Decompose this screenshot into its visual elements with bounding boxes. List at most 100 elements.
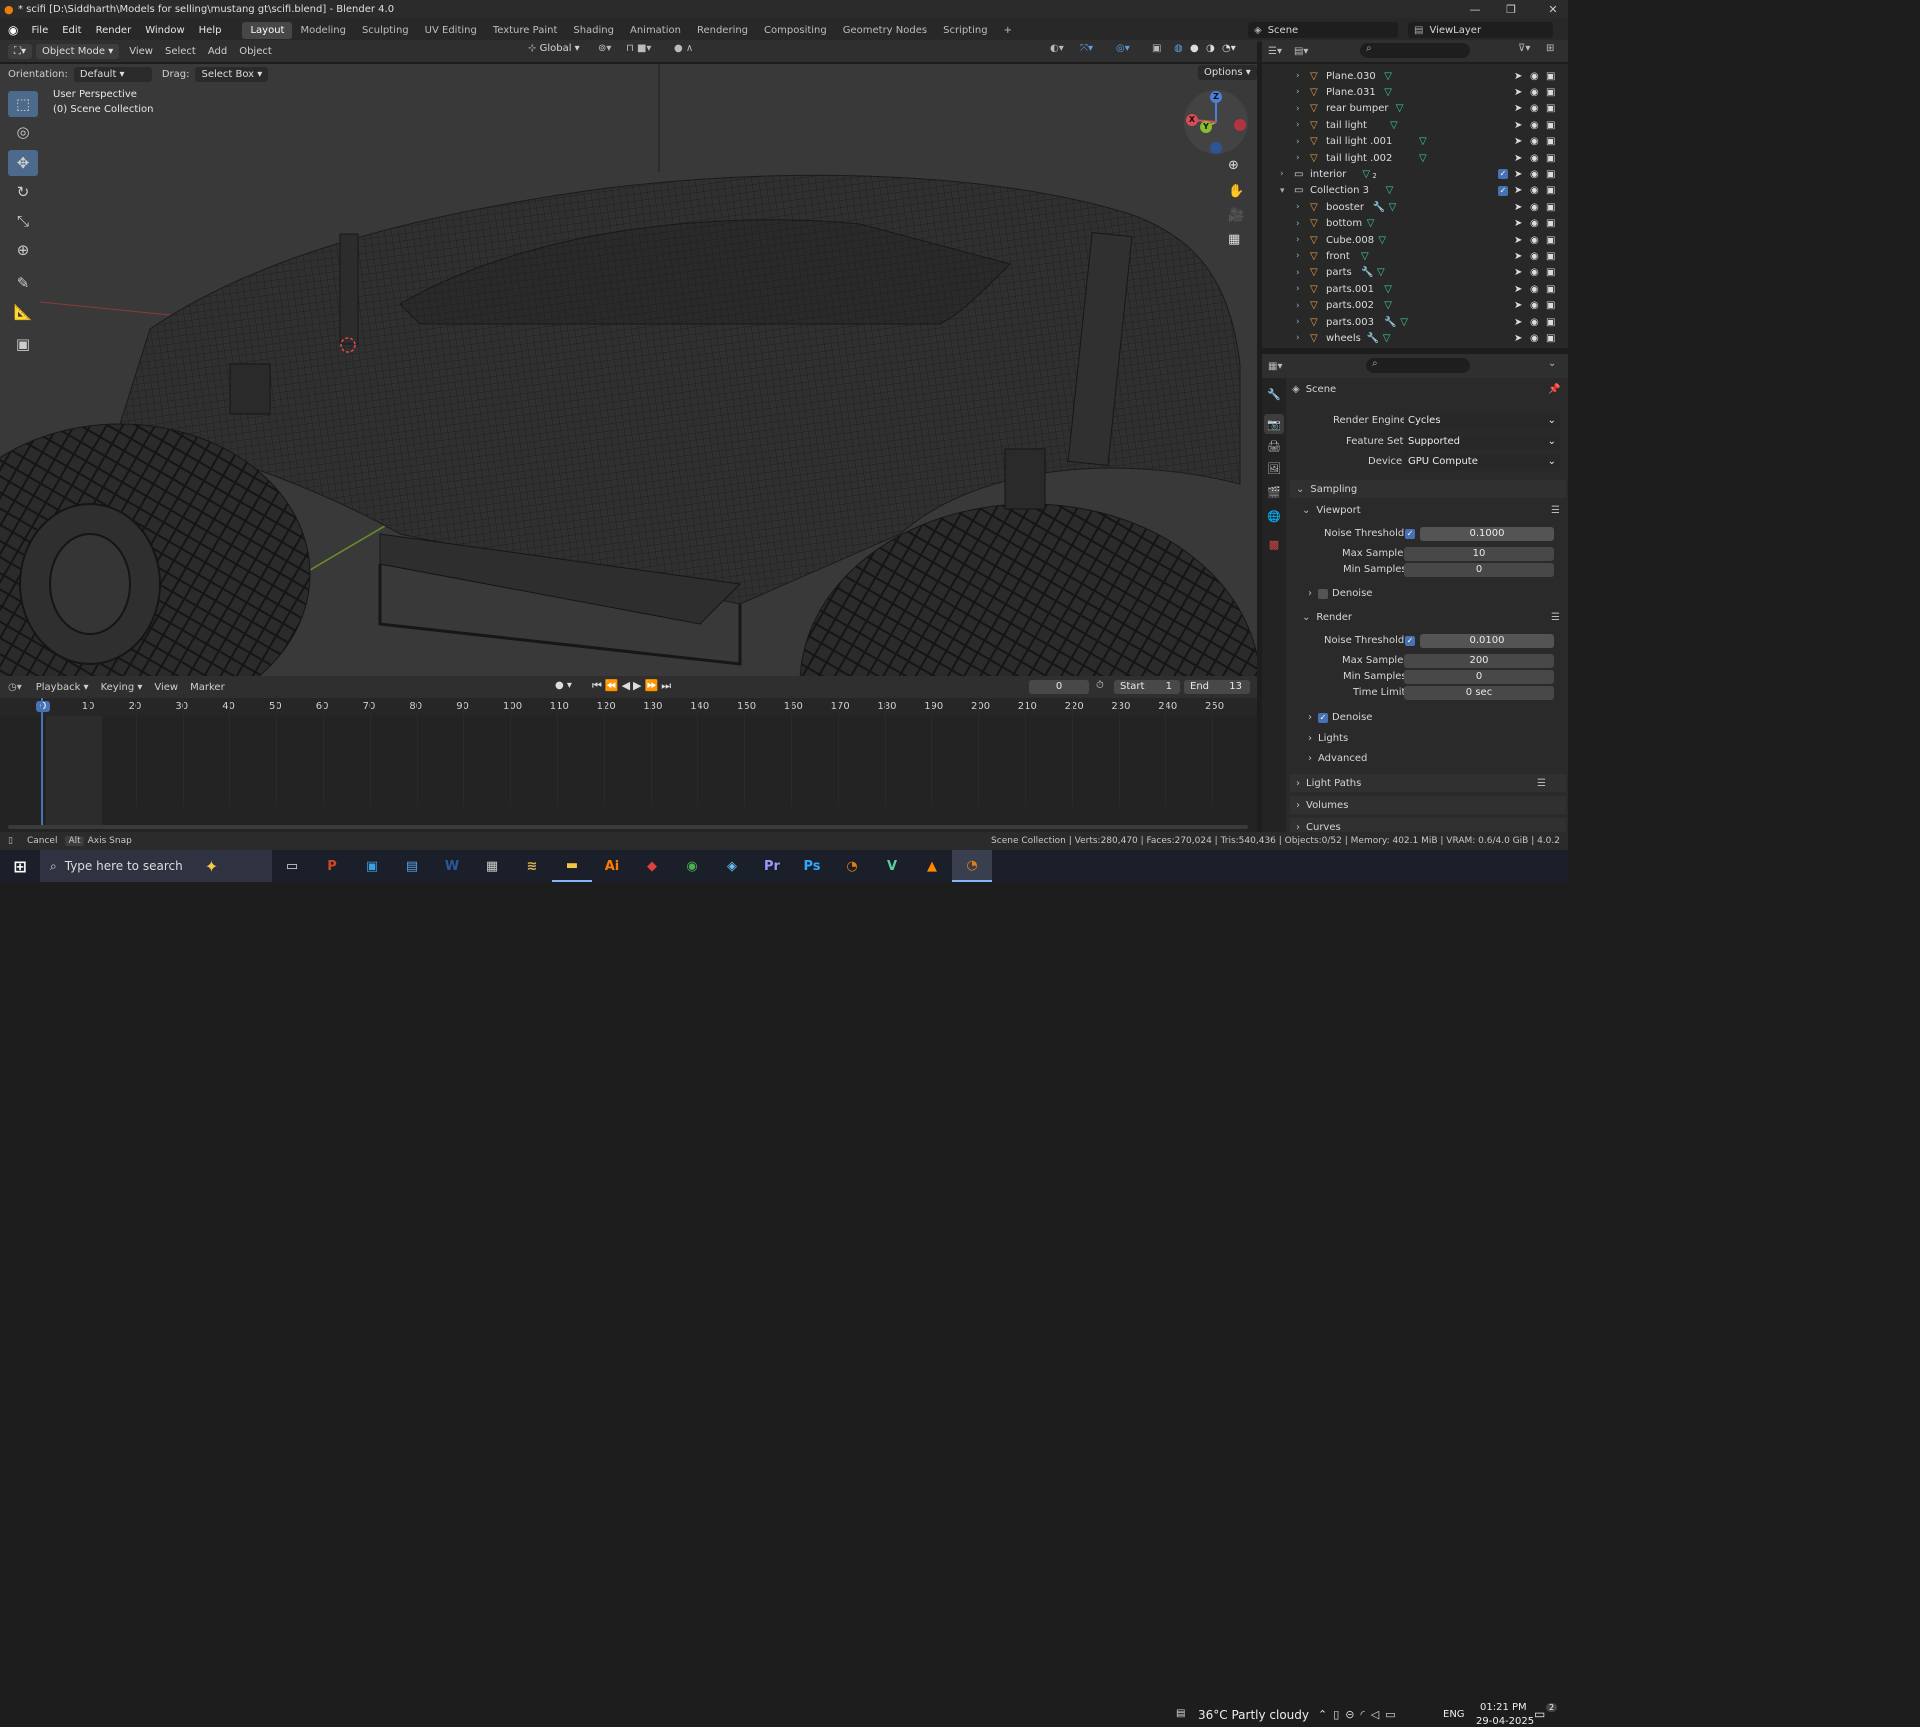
- visibility-eye-icon[interactable]: ◉: [1530, 235, 1539, 246]
- transform-tool-icon[interactable]: ⊕: [8, 237, 38, 263]
- outliner-object-row[interactable]: › ▽ front ▽ ➤ ◉ ▣: [1262, 248, 1568, 264]
- move-tool-icon[interactable]: ✥: [8, 150, 38, 176]
- chevron-down-icon[interactable]: ▾: [1280, 186, 1285, 196]
- task-view-icon[interactable]: ▭: [272, 850, 312, 882]
- visibility-eye-icon[interactable]: ◉: [1530, 251, 1539, 262]
- outliner-collection-row[interactable]: ▾ ▭ Collection 3 ▽ ✓ ➤ ◉ ▣: [1262, 183, 1568, 199]
- render-camera-icon[interactable]: ▣: [1546, 202, 1555, 213]
- menu-render[interactable]: Render: [89, 25, 139, 36]
- tab-compositing[interactable]: Compositing: [756, 22, 835, 39]
- selectable-cursor-icon[interactable]: ➤: [1514, 103, 1522, 114]
- visibility-eye-icon[interactable]: ◉: [1530, 300, 1539, 311]
- chevron-right-icon[interactable]: ›: [1296, 284, 1300, 294]
- options-button[interactable]: Options ▾: [1198, 65, 1257, 80]
- language-indicator[interactable]: ENG: [1443, 1709, 1465, 1720]
- properties-options-icon[interactable]: ⌄: [1548, 358, 1556, 369]
- r-min-samples-field[interactable]: 0: [1404, 670, 1554, 684]
- outliner-search-input[interactable]: ⌕: [1360, 43, 1470, 58]
- selectable-cursor-icon[interactable]: ➤: [1514, 169, 1522, 180]
- selectable-cursor-icon[interactable]: ➤: [1514, 202, 1522, 213]
- feature-set-dropdown[interactable]: Supported ⌄: [1404, 434, 1560, 450]
- mesh-data-icon[interactable]: ▽: [1378, 235, 1386, 246]
- start-frame-field[interactable]: Start 1: [1114, 680, 1180, 694]
- gizmo-toggle-icon[interactable]: ⤧▾: [1080, 43, 1093, 54]
- view-layer-selector[interactable]: ▤ ViewLayer: [1408, 22, 1553, 38]
- scene-selector[interactable]: ◈ Scene: [1248, 22, 1398, 38]
- chevron-right-icon[interactable]: ›: [1296, 317, 1300, 327]
- render-camera-icon[interactable]: ▣: [1546, 235, 1555, 246]
- outliner-object-row[interactable]: › ▽ parts.001 ▽ ➤ ◉ ▣: [1262, 281, 1568, 297]
- mesh-data-icon[interactable]: ▽: [1396, 103, 1404, 114]
- measure-tool-icon[interactable]: 📐: [8, 299, 38, 325]
- mesh-data-icon[interactable]: ▽: [1384, 71, 1392, 82]
- outliner-object-row[interactable]: › ▽ rear bumper ▽ ➤ ◉ ▣: [1262, 101, 1568, 117]
- app-icon[interactable]: ◆: [632, 850, 672, 882]
- visibility-eye-icon[interactable]: ◉: [1530, 317, 1539, 328]
- mesh-data-icon[interactable]: ▽: [1367, 218, 1375, 229]
- light-paths-panel-header[interactable]: › Light Paths ☰: [1290, 774, 1566, 792]
- notification-icon[interactable]: ▭: [1534, 1707, 1545, 1721]
- transform-orientation[interactable]: ⊹ Global ▾: [528, 43, 580, 54]
- taskbar-search-box[interactable]: ⌕ Type here to search ✦: [40, 850, 272, 882]
- snap-icon[interactable]: ⊓ ■▾: [626, 43, 651, 54]
- visibility-icon[interactable]: ◐▾: [1050, 43, 1064, 54]
- vp-noise-threshold-checkbox[interactable]: ✓: [1405, 529, 1415, 539]
- outliner-object-row[interactable]: › ▽ wheels 🔧 ▽ ➤ ◉ ▣: [1262, 330, 1568, 346]
- vp-max-samples-field[interactable]: 10: [1404, 547, 1554, 561]
- cursor-tool-icon[interactable]: ◎: [8, 119, 38, 145]
- modifier-wrench-icon[interactable]: 🔧: [1361, 267, 1373, 278]
- tray-icons[interactable]: ⌃▯⊝◜◁▭: [1318, 1708, 1402, 1721]
- r-noise-threshold-field[interactable]: 0.0100: [1420, 634, 1554, 648]
- tab-modeling[interactable]: Modeling: [292, 22, 354, 39]
- visibility-eye-icon[interactable]: ◉: [1530, 136, 1539, 147]
- properties-search-input[interactable]: ⌕: [1366, 358, 1470, 373]
- chrome-icon[interactable]: ◉: [672, 850, 712, 882]
- file-explorer-icon[interactable]: ▬: [552, 850, 592, 882]
- chevron-right-icon[interactable]: ›: [1296, 71, 1300, 81]
- outliner-object-row[interactable]: › ▽ Cube.008 ▽ ➤ ◉ ▣: [1262, 232, 1568, 248]
- render-camera-icon[interactable]: ▣: [1546, 267, 1555, 278]
- chevron-right-icon[interactable]: ›: [1296, 120, 1300, 130]
- outliner-object-row[interactable]: › ▽ parts.003 🔧 ▽ ➤ ◉ ▣: [1262, 314, 1568, 330]
- modifier-wrench-icon[interactable]: 🔧: [1367, 333, 1379, 344]
- editor-type-icon[interactable]: ⛶▾: [8, 43, 33, 59]
- clock-date[interactable]: 29-04-2025: [1476, 1716, 1534, 1727]
- outliner-object-row[interactable]: › ▽ parts 🔧 ▽ ➤ ◉ ▣: [1262, 265, 1568, 281]
- vp-menu-add[interactable]: Add: [208, 46, 227, 57]
- curves-panel-header[interactable]: › Curves: [1290, 818, 1566, 832]
- render-tab-icon[interactable]: 📷: [1264, 414, 1284, 434]
- material-shading-icon[interactable]: ◑: [1206, 43, 1215, 54]
- add-workspace-icon[interactable]: +: [996, 22, 1020, 39]
- weather-text[interactable]: 36°C Partly cloudy: [1198, 1708, 1309, 1722]
- tab-texture-paint[interactable]: Texture Paint: [485, 22, 566, 39]
- powerpoint-icon[interactable]: P: [312, 850, 352, 882]
- tab-animation[interactable]: Animation: [622, 22, 689, 39]
- chevron-right-icon[interactable]: ›: [1296, 251, 1300, 261]
- blender-menu-icon[interactable]: ◉: [8, 23, 18, 37]
- camera-view-icon[interactable]: 🎥: [1228, 208, 1244, 223]
- outliner-object-row[interactable]: › ▽ booster 🔧 ▽ ➤ ◉ ▣: [1262, 199, 1568, 215]
- timeline-view-menu[interactable]: View: [154, 682, 178, 693]
- timeline-editor[interactable]: ◷▾ Playback ▾ Keying ▾ View Marker ● ▾ ⏮…: [0, 676, 1257, 832]
- filter-icon[interactable]: ⊽▾: [1518, 43, 1530, 54]
- r-max-samples-field[interactable]: 200: [1404, 654, 1554, 668]
- time-limit-field[interactable]: 0 sec: [1404, 686, 1554, 700]
- proportional-edit-icon[interactable]: ● ∧: [674, 43, 693, 54]
- texture-tab-icon[interactable]: ▩: [1264, 534, 1284, 554]
- chevron-right-icon[interactable]: ›: [1296, 153, 1300, 163]
- outliner-object-row[interactable]: › ▽ parts.002 ▽ ➤ ◉ ▣: [1262, 298, 1568, 314]
- mesh-data-icon[interactable]: ▽: [1386, 185, 1394, 196]
- r-denoise-checkbox[interactable]: ✓: [1318, 712, 1328, 723]
- selectable-cursor-icon[interactable]: ➤: [1514, 136, 1522, 147]
- visibility-eye-icon[interactable]: ◉: [1530, 169, 1539, 180]
- selectable-cursor-icon[interactable]: ➤: [1514, 317, 1522, 328]
- pivot-icon[interactable]: ⊚▾: [598, 43, 611, 54]
- gizmo-y-axis[interactable]: Y: [1200, 121, 1212, 133]
- render-camera-icon[interactable]: ▣: [1546, 251, 1555, 262]
- playback-controls[interactable]: ⏮⏪◀▶⏩⏭: [592, 679, 674, 693]
- ortho-grid-icon[interactable]: ▦: [1228, 232, 1240, 247]
- vp-noise-threshold-field[interactable]: 0.1000: [1420, 527, 1554, 541]
- world-tab-icon[interactable]: 🌐: [1264, 506, 1284, 526]
- visibility-eye-icon[interactable]: ◉: [1530, 120, 1539, 131]
- weather-icon[interactable]: ▤: [1176, 1708, 1185, 1719]
